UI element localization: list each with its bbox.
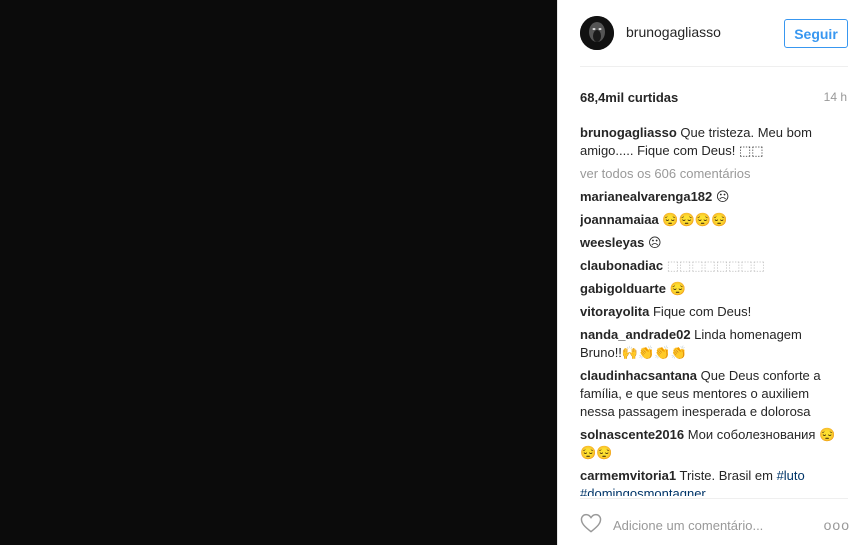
comment-bar: Adicione um comentário... ooo — [558, 505, 855, 545]
comment-username[interactable]: marianealvarenga182 — [580, 189, 712, 204]
comment-item: nanda_andrade02 Linda homenagem Bruno!!🙌… — [580, 326, 846, 362]
more-options-icon[interactable]: ooo — [824, 517, 850, 533]
comment-username[interactable]: carmemvitoria1 — [580, 468, 676, 483]
comment-username[interactable]: solnascente2016 — [580, 427, 684, 442]
comment-item: claudinhacsantana Que Deus conforte a fa… — [580, 367, 846, 421]
comment-item: vitorayolita Fique com Deus! — [580, 303, 846, 321]
comment-text: ☹ — [647, 235, 662, 250]
comment-username[interactable]: weesleyas — [580, 235, 644, 250]
view-all-comments-link[interactable]: ver todos os 606 comentários — [580, 165, 846, 183]
instagram-post-modal: brunogagliasso Seguir 68,4mil curtidas 1… — [0, 0, 855, 545]
comment-item: weesleyas ☹ — [580, 234, 846, 252]
profile-photo-icon — [580, 16, 614, 50]
hashtag-link[interactable]: #luto — [777, 468, 805, 483]
comment-username[interactable]: brunogagliasso — [580, 125, 677, 140]
comment-username[interactable]: joannamaiaa — [580, 212, 659, 227]
comment-item: claubonadiac ⬚⬚⬚⬚⬚⬚⬚⬚ — [580, 257, 846, 275]
comment-text: ⬚⬚⬚⬚⬚⬚⬚⬚ — [666, 258, 765, 273]
comment-username[interactable]: nanda_andrade02 — [580, 327, 691, 342]
hashtag-link[interactable]: #domingosmontagner — [580, 486, 706, 496]
post-author-username[interactable]: brunogagliasso — [626, 24, 721, 40]
caption: brunogagliasso Que tristeza. Meu bom ami… — [580, 124, 846, 160]
add-comment-input[interactable]: Adicione um comentário... — [613, 518, 763, 533]
comment-text: 😔😔😔😔 — [662, 212, 728, 227]
heart-icon[interactable] — [580, 513, 602, 533]
post-timestamp[interactable]: 14 h — [824, 90, 847, 104]
comment-text: Triste. Brasil em — [679, 468, 773, 483]
comment-text: 😔 — [669, 281, 686, 296]
comment-item: carmemvitoria1 Triste. Brasil em #luto #… — [580, 467, 846, 496]
follow-button[interactable]: Seguir — [784, 19, 848, 48]
comment-text: Fique com Deus! — [652, 304, 752, 319]
post-header: brunogagliasso Seguir — [558, 0, 855, 66]
comment-username[interactable]: claudinhacsantana — [580, 368, 697, 383]
post-sidebar: brunogagliasso Seguir 68,4mil curtidas 1… — [557, 0, 855, 545]
comment-item: marianealvarenga182 ☹ — [580, 188, 846, 206]
footer-divider — [580, 498, 848, 499]
comment-username[interactable]: vitorayolita — [580, 304, 649, 319]
post-image[interactable] — [0, 0, 557, 545]
likes-count[interactable]: 68,4mil curtidas — [580, 90, 678, 105]
comment-item: gabigolduarte 😔 — [580, 280, 846, 298]
comment-text: ☹ — [715, 189, 730, 204]
comment-item: joannamaiaa 😔😔😔😔 — [580, 211, 846, 229]
comment-username[interactable]: claubonadiac — [580, 258, 663, 273]
comment-username[interactable]: gabigolduarte — [580, 281, 666, 296]
comments-list[interactable]: brunogagliasso Que tristeza. Meu bom ami… — [580, 124, 846, 496]
comment-item: solnascente2016 Мои соболезнования 😔😔😔 — [580, 426, 846, 462]
header-divider — [580, 66, 848, 67]
avatar[interactable] — [580, 16, 614, 50]
